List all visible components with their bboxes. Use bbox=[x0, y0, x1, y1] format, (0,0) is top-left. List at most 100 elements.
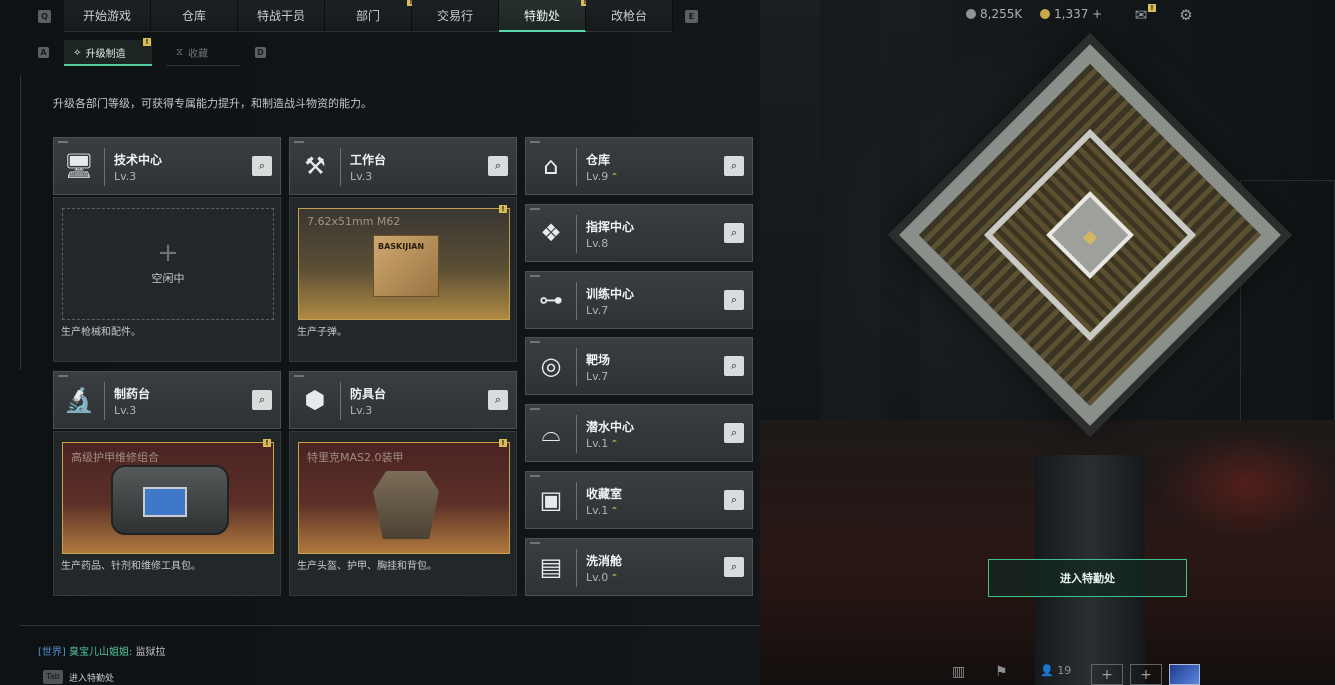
facility-level-row: Lv.0 ⌃ bbox=[586, 571, 619, 584]
stats-icon[interactable]: ▥ bbox=[952, 664, 965, 685]
workshop-card-0[interactable]: 🖥 技术中心 Lv.3 ⌕ bbox=[53, 137, 281, 195]
tab-label: 仓库 bbox=[181, 9, 206, 23]
facility-card-4[interactable]: ⌓ 潜水中心 Lv.1 ⌃ ⌕ bbox=[525, 404, 753, 463]
facility-card-2[interactable]: ⊶ 训练中心 Lv.7 ⌕ bbox=[525, 270, 753, 329]
avatar[interactable] bbox=[1169, 664, 1200, 685]
search-icon[interactable]: ⌕ bbox=[724, 222, 744, 243]
card-divider bbox=[576, 415, 577, 454]
tab-3[interactable]: 部门! bbox=[325, 0, 415, 32]
crafting-item-slot[interactable]: 高级护甲维修组合! bbox=[62, 439, 274, 554]
workshop-panel-2[interactable]: 高级护甲维修组合! 生产药品、针剂和维修工具包。 bbox=[53, 431, 281, 596]
bag-panel bbox=[143, 487, 187, 517]
tab-4[interactable]: 交易行 bbox=[412, 0, 499, 32]
friends-counter[interactable]: 👤 19 bbox=[1040, 664, 1071, 685]
search-icon[interactable]: ⌕ bbox=[724, 423, 744, 444]
subnav-right-key[interactable]: D bbox=[255, 47, 266, 58]
ammo-box-label: BASKIJIAN bbox=[378, 242, 425, 251]
facility-name: 工作台 bbox=[350, 153, 387, 167]
tab-6[interactable]: 改枪台 bbox=[586, 0, 673, 32]
page-description: 升级各部门等级，可获得专属能力提升，和制造战斗物资的能力。 bbox=[53, 97, 372, 110]
search-icon[interactable]: ⌕ bbox=[488, 390, 508, 410]
crafting-item-slot[interactable]: 7.62x51mm M62 BASKIJIAN! bbox=[298, 205, 510, 320]
tab-label: 特勤处 bbox=[523, 8, 560, 23]
card-corner bbox=[530, 274, 540, 277]
tab-0[interactable]: 开始游戏 bbox=[64, 0, 151, 32]
facility-level: Lv.3 bbox=[350, 404, 373, 417]
nav-left-key[interactable]: Q bbox=[38, 10, 51, 23]
workshop-card-2[interactable]: 🔬 制药台 Lv.3 ⌕ bbox=[53, 371, 281, 429]
command-icon: ❖ bbox=[540, 218, 562, 247]
card-divider bbox=[576, 348, 577, 387]
cube-inner bbox=[983, 128, 1197, 342]
body-armor-image bbox=[373, 471, 439, 539]
guide-line bbox=[20, 625, 760, 626]
upgrade-arrow-icon: ⌃ bbox=[610, 172, 619, 183]
cubes-icon: ⬢ bbox=[304, 386, 326, 414]
facility-level-row: Lv.3 bbox=[114, 170, 136, 183]
gear-icon[interactable]: ⚙ bbox=[1177, 7, 1195, 23]
gold-coin-icon bbox=[1040, 9, 1050, 19]
add-button-2[interactable]: + bbox=[1130, 664, 1162, 685]
facility-level: Lv.3 bbox=[114, 170, 137, 183]
gold-currency[interactable]: 1,337 + bbox=[1040, 7, 1102, 21]
facility-level: Lv.3 bbox=[350, 170, 373, 183]
workshop-card-3[interactable]: ⬢ 防具台 Lv.3 ⌕ bbox=[289, 371, 517, 429]
search-icon[interactable]: ⌕ bbox=[252, 390, 272, 410]
crafting-item-slot[interactable]: 特里克MAS2.0装甲! bbox=[298, 439, 510, 554]
search-icon[interactable]: ⌕ bbox=[724, 490, 744, 510]
facility-level-row: Lv.3 bbox=[350, 404, 372, 417]
subtab-upgrade-craft[interactable]: ⟡ 升级制造 bbox=[64, 40, 152, 66]
goggles-icon: ⌓ bbox=[541, 419, 561, 448]
workshop-caption: 生产头盔、护甲、胸挂和背包。 bbox=[297, 561, 437, 572]
search-icon[interactable]: ⌕ bbox=[724, 156, 744, 176]
tab-1[interactable]: 仓库 bbox=[151, 0, 238, 32]
friends-icon: 👤 bbox=[1040, 664, 1054, 677]
facility-level-row: Lv.8 bbox=[586, 237, 608, 250]
subnav-left-key[interactable]: A bbox=[38, 47, 49, 58]
target-icon: ◎ bbox=[540, 352, 562, 381]
facility-card-6[interactable]: ▤ 洗消舱 Lv.0 ⌃ ⌕ bbox=[525, 537, 753, 596]
workshop-panel-1[interactable]: 7.62x51mm M62 BASKIJIAN! 生产子弹。 bbox=[289, 197, 517, 362]
card-divider bbox=[104, 148, 105, 186]
facility-name: 训练中心 bbox=[586, 286, 635, 301]
facility-card-0[interactable]: ⌂ 仓库 Lv.9 ⌃ ⌕ bbox=[525, 137, 753, 195]
idle-slot[interactable]: + 空闲中 bbox=[62, 208, 274, 320]
nav-tabs: 开始游戏 仓库 特战干员 部门! 交易行 特勤处! 改枪台 bbox=[64, 0, 673, 32]
facility-level: Lv.9 bbox=[586, 170, 609, 183]
subtab-collection[interactable]: ⧖ 收藏 bbox=[166, 40, 240, 66]
card-corner bbox=[530, 207, 540, 210]
workshop-panel-3[interactable]: 特里克MAS2.0装甲! 生产头盔、护甲、胸挂和背包。 bbox=[289, 431, 517, 596]
workshop-card-1[interactable]: ⚒ 工作台 Lv.3 ⌕ bbox=[289, 137, 517, 195]
tab-label: 特战干员 bbox=[256, 9, 305, 23]
gold-amount: 1,337 + bbox=[1054, 7, 1103, 21]
card-divider bbox=[576, 148, 577, 186]
item-name: 7.62x51mm M62 bbox=[307, 215, 401, 228]
item-name: 特里克MAS2.0装甲 bbox=[307, 451, 404, 464]
search-icon[interactable]: ⌕ bbox=[724, 556, 744, 577]
search-icon[interactable]: ⌕ bbox=[252, 156, 272, 176]
nav-right-key[interactable]: E bbox=[685, 10, 698, 23]
chat-line[interactable]: [世界] 臭宝儿山姐姐: 监狱拉 bbox=[38, 643, 166, 658]
facility-card-3[interactable]: ◎ 靶场 Lv.7 ⌕ bbox=[525, 337, 753, 396]
search-icon[interactable]: ⌕ bbox=[724, 289, 744, 310]
search-icon[interactable]: ⌕ bbox=[724, 356, 744, 377]
search-icon[interactable]: ⌕ bbox=[488, 156, 508, 176]
tab-5[interactable]: 特勤处! bbox=[499, 0, 589, 32]
facility-card-1[interactable]: ❖ 指挥中心 Lv.8 ⌕ bbox=[525, 203, 753, 262]
facility-card-5[interactable]: ▣ 收藏室 Lv.1 ⌃ ⌕ bbox=[525, 471, 753, 529]
tab-2[interactable]: 特战干员 bbox=[238, 0, 325, 32]
hourglass-icon: ⧖ bbox=[176, 47, 184, 58]
enter-special-ops-button[interactable]: 进入特勤处 bbox=[988, 559, 1187, 597]
facility-name: 防具台 bbox=[350, 387, 387, 401]
facility-level: Lv.3 bbox=[114, 404, 137, 417]
card-divider bbox=[340, 382, 341, 420]
workshop-panel-0[interactable]: + 空闲中 生产枪械和配件。 bbox=[53, 197, 281, 362]
top-nav: Q 开始游戏 仓库 特战干员 部门! 交易行 特勤处! 改枪台 E 8,255K 1,337… bbox=[0, 0, 1335, 32]
flag-icon[interactable]: ⚑ bbox=[995, 664, 1008, 685]
card-corner bbox=[530, 141, 540, 143]
microscope-icon: 🔬 bbox=[64, 386, 94, 414]
add-button-1[interactable]: + bbox=[1091, 664, 1123, 685]
facility-name: 制药台 bbox=[114, 387, 151, 401]
tab-hint[interactable]: Tab 进入特勤处 bbox=[43, 670, 114, 684]
card-corner bbox=[530, 475, 540, 477]
